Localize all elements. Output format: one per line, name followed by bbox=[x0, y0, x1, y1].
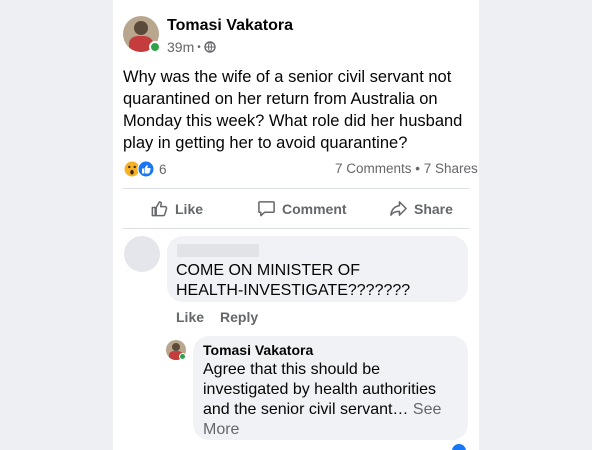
commenter-avatar[interactable] bbox=[124, 236, 160, 272]
reply-reaction-badge bbox=[452, 444, 466, 450]
divider-bottom bbox=[123, 228, 469, 229]
reply-author-name[interactable]: Tomasi Vakatora bbox=[203, 342, 313, 358]
share-button-label: Share bbox=[414, 200, 453, 217]
post-card: Tomasi Vakatora 39m • Why was the wife o… bbox=[113, 0, 479, 450]
left-background bbox=[0, 0, 113, 450]
comment-bubble: COME ON MINISTER OF HEALTH-INVESTIGATE??… bbox=[167, 236, 468, 302]
comment-button[interactable]: Comment bbox=[257, 199, 347, 218]
share-button[interactable]: Share bbox=[389, 199, 453, 218]
comment-text: COME ON MINISTER OF HEALTH-INVESTIGATE??… bbox=[176, 262, 411, 299]
like-reaction-icon bbox=[137, 160, 155, 178]
online-status-dot bbox=[149, 41, 161, 53]
meta-separator: • bbox=[197, 41, 201, 53]
right-background bbox=[479, 0, 592, 450]
like-button-label: Like bbox=[175, 200, 204, 217]
reply-online-dot bbox=[179, 353, 186, 360]
globe-icon bbox=[204, 41, 216, 53]
comments-shares-count[interactable]: 7 Comments • 7 Shares bbox=[335, 161, 478, 176]
post-author-name[interactable]: Tomasi Vakatora bbox=[167, 17, 293, 35]
reaction-count: 6 bbox=[159, 161, 167, 177]
thumbs-up-icon bbox=[150, 199, 169, 218]
reply-text-body: Agree that this should be investigated b… bbox=[203, 361, 437, 418]
comment-reply-link[interactable]: Reply bbox=[220, 309, 258, 325]
comment-icon bbox=[257, 199, 276, 218]
divider-top bbox=[123, 188, 469, 189]
comment-button-label: Comment bbox=[282, 200, 347, 217]
redacted-commenter-name bbox=[177, 244, 259, 257]
reply-text: Agree that this should be investigated b… bbox=[203, 360, 443, 440]
share-icon bbox=[389, 199, 408, 218]
post-time[interactable]: 39m bbox=[167, 39, 194, 55]
like-button[interactable]: Like bbox=[150, 199, 203, 218]
reactions-summary[interactable]: 6 bbox=[123, 160, 167, 178]
reply-bubble: Tomasi Vakatora Agree that this should b… bbox=[193, 336, 468, 440]
comment-like-link[interactable]: Like bbox=[176, 309, 204, 325]
post-meta: 39m • bbox=[167, 39, 216, 55]
post-text: Why was the wife of a senior civil serva… bbox=[123, 68, 463, 152]
